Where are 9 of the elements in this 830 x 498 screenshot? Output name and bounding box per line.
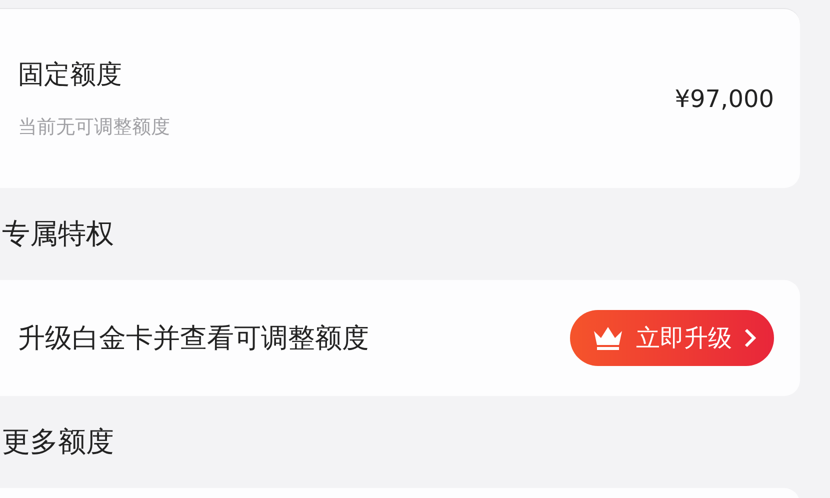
section-heading: 专属特权	[1, 216, 115, 252]
crown-icon	[592, 325, 624, 351]
chevron-right-icon	[744, 328, 756, 348]
limit-amount: ¥97,000	[674, 84, 774, 112]
section-heading: 更多额度	[1, 424, 115, 460]
limit-title: 固定额度	[18, 59, 123, 92]
upgrade-button[interactable]: 立即升级	[570, 310, 774, 366]
limit-subtitle: 当前无可调整额度	[18, 115, 170, 140]
privilege-text: 升级白金卡并查看可调整额度	[18, 322, 369, 356]
